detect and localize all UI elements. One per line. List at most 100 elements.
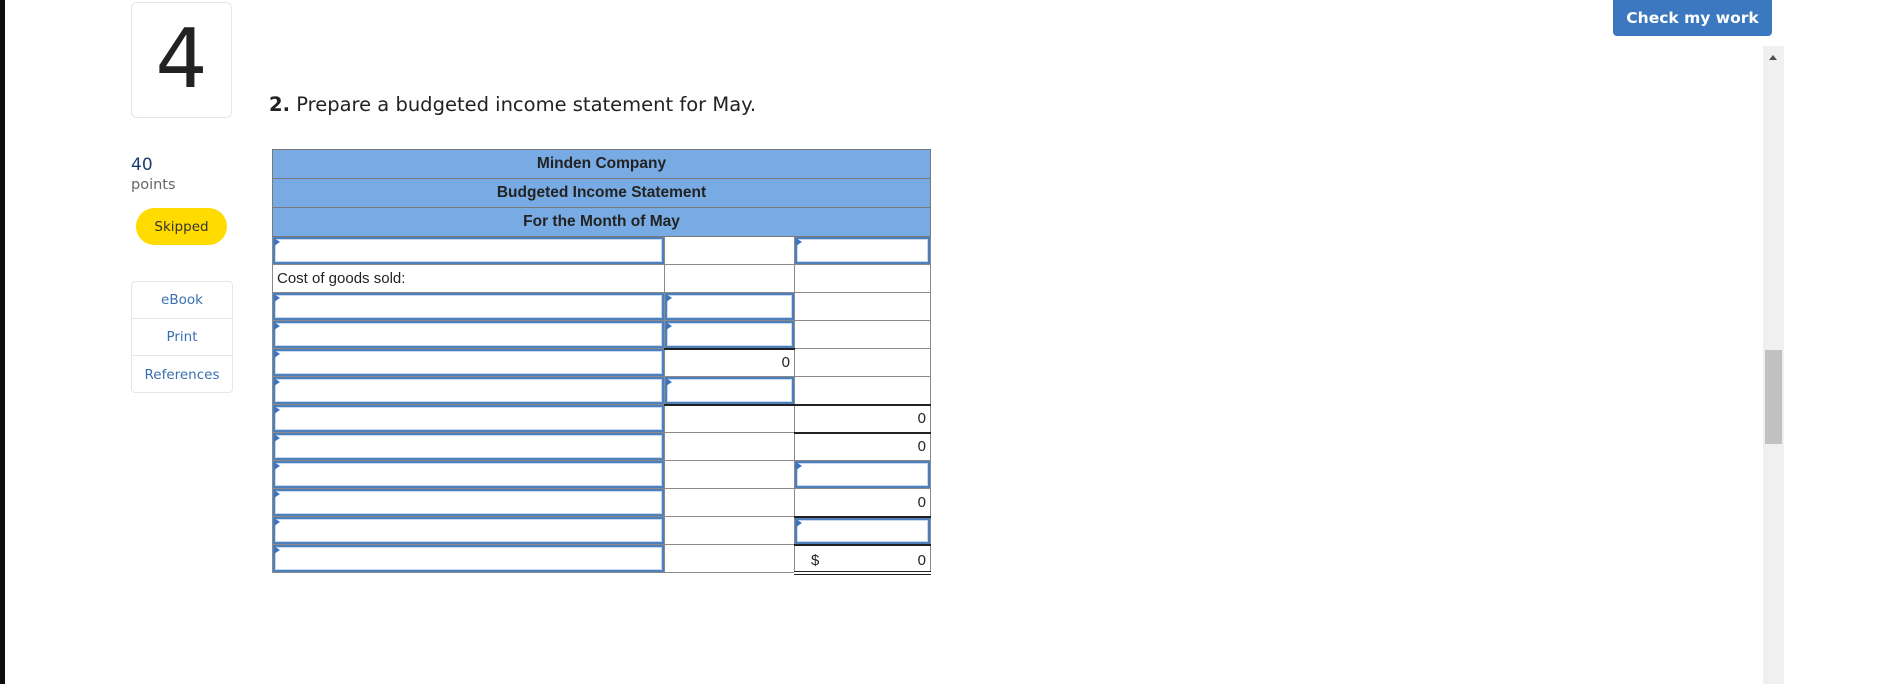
dropdown-marker-icon xyxy=(274,490,280,498)
dropdown-marker-icon xyxy=(274,434,280,442)
cell-c1 xyxy=(272,404,665,433)
computed-amount: 0 xyxy=(794,404,931,434)
cell-c2 xyxy=(664,264,795,293)
dropdown-marker-icon xyxy=(796,518,802,527)
question-prompt: 2. Prepare a budgeted income statement f… xyxy=(269,93,756,116)
company-name: Minden Company xyxy=(272,149,931,179)
dropdown-marker-icon xyxy=(274,518,280,526)
cell-c3 xyxy=(794,516,931,546)
cell-c1 xyxy=(272,544,665,573)
statement-row: $0 xyxy=(272,544,931,575)
ebook-link[interactable]: eBook xyxy=(132,282,232,319)
cell-c1 xyxy=(272,488,665,517)
cell-c3 xyxy=(794,348,931,377)
cell-c1 xyxy=(272,292,665,321)
cell-c1 xyxy=(272,376,665,405)
question-number: 4 xyxy=(155,12,208,107)
statement-period: For the Month of May xyxy=(272,207,931,237)
cell-c2 xyxy=(664,432,795,461)
statement-row xyxy=(272,320,931,350)
dropdown-marker-icon xyxy=(274,462,280,470)
dropdown-marker-icon xyxy=(796,462,802,470)
cell-c2 xyxy=(664,236,795,265)
computed-amount: 0 xyxy=(794,488,931,518)
cell-c1 xyxy=(272,236,665,265)
cell-c2 xyxy=(664,404,795,433)
check-my-work-button[interactable]: Check my work xyxy=(1613,0,1772,36)
question-number-card[interactable]: 4 xyxy=(131,2,232,118)
cell-c3 xyxy=(794,236,931,265)
scrollbar-thumb[interactable] xyxy=(1765,350,1782,444)
account-name-input[interactable] xyxy=(273,377,664,404)
dropdown-marker-icon xyxy=(274,378,280,386)
amount-input[interactable] xyxy=(665,321,794,348)
scroll-up-arrow-icon[interactable] xyxy=(1769,55,1777,60)
print-link[interactable]: Print xyxy=(132,319,232,356)
cell-c1 xyxy=(272,320,665,349)
cell-c3 xyxy=(794,264,931,293)
question-text: Prepare a budgeted income statement for … xyxy=(296,93,757,116)
statement-row: 0 xyxy=(272,432,931,461)
account-name-input[interactable] xyxy=(273,405,664,432)
net-income-total: $0 xyxy=(794,544,931,575)
account-name-input[interactable] xyxy=(273,517,664,544)
account-name-input[interactable] xyxy=(273,545,664,572)
dropdown-marker-icon xyxy=(274,546,280,554)
dropdown-marker-icon xyxy=(274,406,280,414)
dropdown-marker-icon xyxy=(666,322,672,330)
dropdown-marker-icon xyxy=(666,378,672,386)
cell-c1 xyxy=(272,432,665,461)
income-statement-table: Minden Company Budgeted Income Statement… xyxy=(272,149,931,575)
currency-symbol: $ xyxy=(811,551,820,569)
cell-c2 xyxy=(664,544,795,573)
statement-row xyxy=(272,460,931,489)
statement-row: 0 xyxy=(272,404,931,434)
cell-c3 xyxy=(794,376,931,406)
amount-input[interactable] xyxy=(665,293,794,320)
statement-row xyxy=(272,516,931,546)
dropdown-marker-icon xyxy=(666,294,672,302)
resources-panel: eBook Print References xyxy=(131,281,233,393)
account-name-input[interactable] xyxy=(273,349,664,376)
cell-c3 xyxy=(794,460,931,489)
cell-c2 xyxy=(664,460,795,489)
account-name-input[interactable] xyxy=(273,237,664,264)
cell-c2 xyxy=(664,292,795,321)
statement-row xyxy=(272,376,931,406)
account-name-input[interactable] xyxy=(273,321,664,348)
statement-title: Budgeted Income Statement xyxy=(272,178,931,208)
points-label: points xyxy=(131,177,176,193)
references-label: References xyxy=(144,366,220,383)
dropdown-marker-icon xyxy=(796,238,802,246)
account-name-input[interactable] xyxy=(273,489,664,516)
cell-c2 xyxy=(664,320,795,350)
ebook-label: eBook xyxy=(161,292,203,308)
statement-row xyxy=(272,236,931,265)
account-name-input[interactable] xyxy=(273,433,664,460)
cell-c3 xyxy=(794,320,931,349)
dropdown-marker-icon xyxy=(274,238,280,246)
cell-c1 xyxy=(272,460,665,489)
account-name-input[interactable] xyxy=(273,293,664,320)
amount-input[interactable] xyxy=(795,517,930,544)
account-name-input[interactable] xyxy=(273,461,664,488)
status-label: Skipped xyxy=(154,218,209,235)
amount-input[interactable] xyxy=(795,461,930,488)
total-amount: 0 xyxy=(917,551,926,569)
dropdown-marker-icon xyxy=(274,294,280,302)
statement-row: 0 xyxy=(272,488,931,518)
scrollbar[interactable] xyxy=(1763,46,1784,684)
status-badge: Skipped xyxy=(136,208,227,245)
amount-input[interactable] xyxy=(795,237,930,264)
computed-amount: 0 xyxy=(664,348,795,377)
statement-row: 0 xyxy=(272,348,931,377)
references-link[interactable]: References xyxy=(132,356,232,393)
cell-c2 xyxy=(664,376,795,406)
cell-c2 xyxy=(664,488,795,517)
amount-input[interactable] xyxy=(665,377,794,404)
statement-row xyxy=(272,292,931,321)
question-part-number: 2. xyxy=(269,93,290,116)
points-value: 40 xyxy=(131,155,153,175)
cell-c2 xyxy=(664,516,795,545)
cell-c1 xyxy=(272,348,665,377)
